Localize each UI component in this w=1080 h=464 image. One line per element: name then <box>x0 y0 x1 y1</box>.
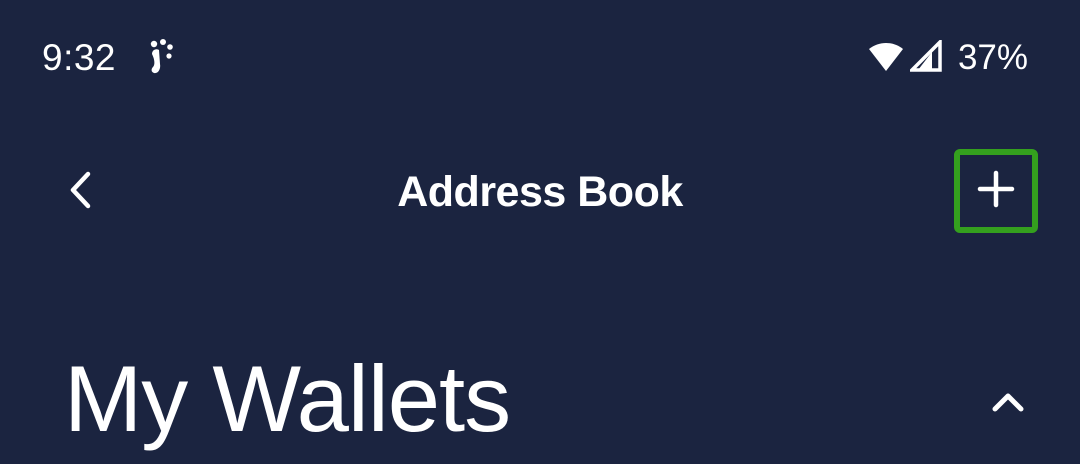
add-contact-button[interactable] <box>954 149 1038 233</box>
wifi-icon <box>868 40 910 77</box>
status-right-group: 37% <box>868 36 1028 80</box>
app-bar: Address Book <box>0 112 1080 272</box>
my-wallets-section-header[interactable]: My Wallets <box>0 330 1080 464</box>
cell-signal-icon <box>907 37 958 77</box>
page-title: Address Book <box>397 168 683 216</box>
plus-icon <box>977 170 1015 213</box>
status-bar: 9:32 37% <box>0 0 1080 112</box>
section-title: My Wallets <box>64 346 511 451</box>
collapse-section-button[interactable] <box>980 378 1036 430</box>
chevron-up-icon <box>991 391 1025 418</box>
battery-percentage: 37% <box>957 38 1028 77</box>
notification-app-icon <box>146 38 176 78</box>
status-time: 9:32 <box>42 37 117 78</box>
address-book-screen: 9:32 37% Address Book My Wallets <box>0 0 1080 464</box>
